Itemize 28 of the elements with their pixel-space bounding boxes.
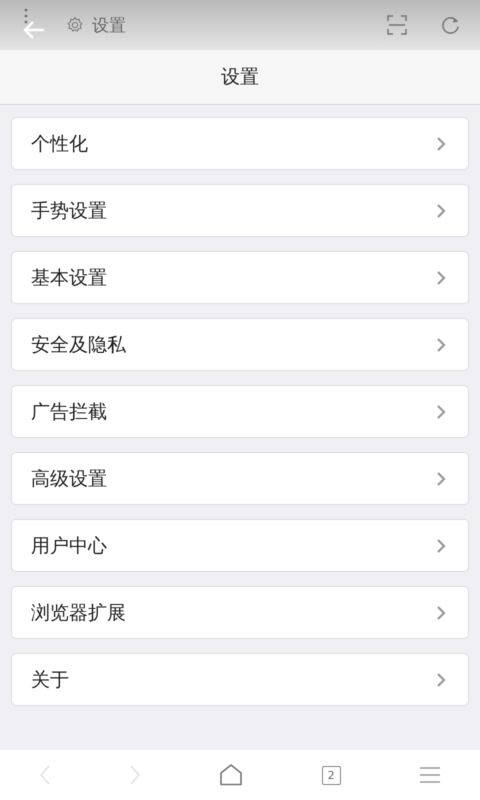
gear-icon [66, 16, 84, 34]
settings-item[interactable]: 安全及隐私 [11, 318, 469, 371]
refresh-icon[interactable] [441, 16, 460, 34]
settings-item[interactable]: 广告拦截 [11, 385, 469, 438]
address-title: 设置 [92, 14, 126, 36]
tab-count-button[interactable]: 2 [322, 766, 341, 784]
chevron-right-icon [436, 336, 446, 352]
settings-item[interactable]: 手势设置 [11, 184, 469, 237]
chevron-right-icon [436, 538, 446, 554]
settings-item[interactable]: 基本设置 [11, 251, 469, 304]
settings-item[interactable]: 高级设置 [11, 452, 469, 505]
settings-item[interactable]: 浏览器扩展 [11, 586, 469, 639]
scan-icon[interactable] [387, 15, 407, 35]
page-title: 设置 [221, 65, 259, 90]
home-icon[interactable] [219, 764, 244, 786]
settings-item[interactable]: 用户中心 [11, 519, 469, 572]
chevron-right-icon [436, 136, 446, 152]
chevron-right-icon [436, 270, 446, 286]
settings-item[interactable]: 个性化 [11, 117, 469, 170]
settings-item[interactable]: 关于 [11, 653, 469, 706]
chevron-right-icon [436, 202, 446, 218]
chevron-right-icon [436, 470, 446, 486]
more-icon[interactable] [24, 8, 28, 24]
chevron-right-icon [436, 404, 446, 420]
chevron-right-icon [436, 604, 446, 620]
back-arrow-icon[interactable] [22, 20, 46, 40]
chevron-right-icon [436, 672, 446, 688]
menu-icon[interactable] [418, 766, 441, 784]
